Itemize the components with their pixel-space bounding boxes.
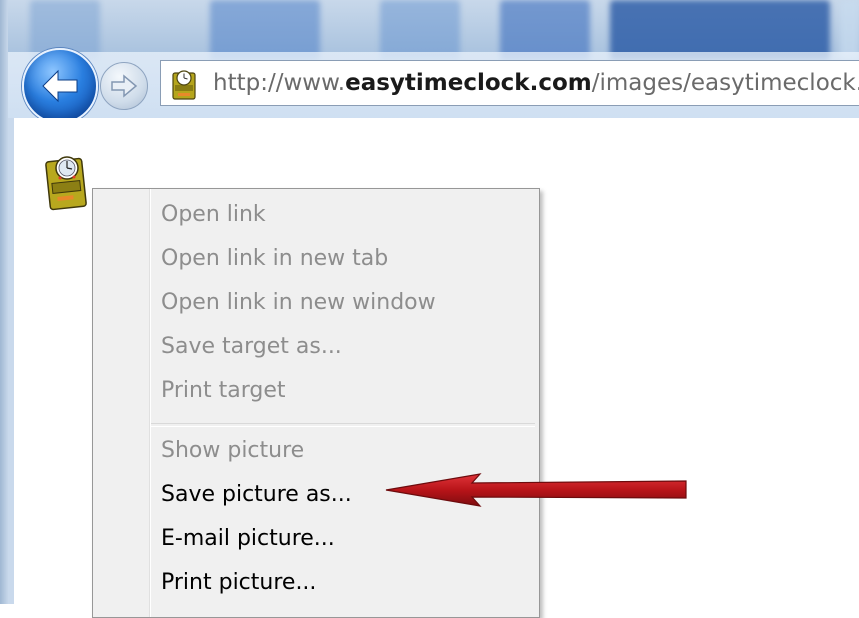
menu-separator <box>151 423 535 427</box>
forward-button[interactable] <box>100 62 148 110</box>
background-blur <box>840 0 859 60</box>
context-menu: Open link Open link in new tab Open link… <box>92 188 540 618</box>
forward-arrow-icon <box>111 74 138 98</box>
time-clock-image[interactable] <box>42 148 94 212</box>
url-path: /images/easytimeclock.ico <box>591 70 859 96</box>
menu-item-show-picture[interactable]: Show picture <box>161 438 304 463</box>
background-blur <box>380 0 460 60</box>
menu-item-save-target-as[interactable]: Save target as... <box>161 334 342 359</box>
menu-item-save-picture-as[interactable]: Save picture as... <box>161 482 352 507</box>
back-arrow-icon <box>42 69 78 103</box>
window-frame-left <box>0 0 8 604</box>
menu-item-email-picture[interactable]: E-mail picture... <box>161 526 335 551</box>
menu-item-print-target[interactable]: Print target <box>161 378 286 403</box>
menu-item-open-link-new-tab[interactable]: Open link in new tab <box>161 246 388 271</box>
back-button[interactable] <box>22 48 98 124</box>
red-arrow-icon <box>385 473 687 507</box>
address-bar[interactable]: http://www.easytimeclock.com/images/easy… <box>160 60 859 106</box>
window-frame-inner <box>8 118 14 604</box>
url-prefix: http://www. <box>213 70 346 96</box>
url-text[interactable]: http://www.easytimeclock.com/images/easy… <box>213 70 859 96</box>
time-clock-icon <box>172 70 196 100</box>
menu-item-open-link-new-window[interactable]: Open link in new window <box>161 290 436 315</box>
background-blur <box>610 0 830 60</box>
background-blur <box>500 0 590 60</box>
url-domain: easytimeclock.com <box>345 70 592 96</box>
menu-gutter <box>149 189 151 617</box>
menu-item-print-picture[interactable]: Print picture... <box>161 570 316 595</box>
menu-item-open-link[interactable]: Open link <box>161 202 266 227</box>
background-blur <box>210 0 320 60</box>
